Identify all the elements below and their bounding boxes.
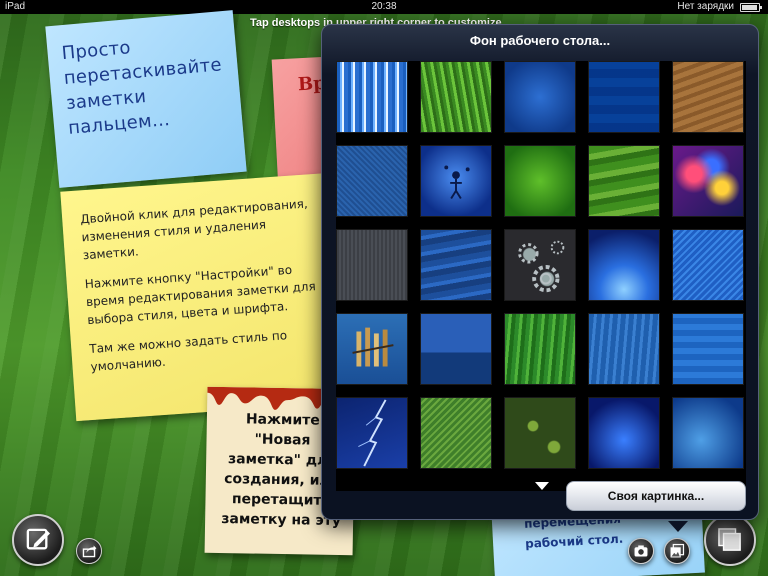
wallpaper-tile-ocean-horizon[interactable] [420, 313, 492, 385]
wallpaper-tile-blue-waves[interactable] [420, 229, 492, 301]
share-button[interactable] [76, 538, 102, 564]
wallpaper-tile-blue-pattern[interactable] [672, 313, 744, 385]
camera-button[interactable] [628, 538, 654, 564]
note-drag-hint[interactable]: Просто перетаскивайте заметки пальцем... [45, 10, 247, 188]
figure-icon [444, 165, 470, 200]
desktops-button[interactable] [704, 514, 756, 566]
wallpaper-tile-blue-abstract[interactable] [672, 397, 744, 469]
wallpaper-tile-pencils[interactable] [336, 313, 408, 385]
camera-icon [634, 545, 648, 557]
wallpaper-popover: Фон рабочего стола... Своя картинка... [321, 24, 759, 532]
wallpaper-tile-blue-burst[interactable] [588, 229, 660, 301]
wallpaper-tile-lightning[interactable] [336, 397, 408, 469]
wallpaper-tile-blue-figure[interactable] [420, 145, 492, 217]
pencils-icon [352, 327, 394, 367]
status-bar: iPad 20:38 Нет зарядки [0, 0, 768, 14]
wallpaper-tile-green-glow[interactable] [504, 145, 576, 217]
wallpaper-tile-green-waves[interactable] [588, 145, 660, 217]
battery-icon [740, 3, 762, 12]
wallpaper-grid [336, 61, 746, 491]
clock: 20:38 [371, 1, 397, 12]
photo-library-button[interactable] [664, 538, 690, 564]
wallpaper-tile-blue-streaks[interactable] [336, 61, 408, 133]
popover-title: Фон рабочего стола... [469, 33, 611, 48]
wallpaper-tile-gray-metal[interactable] [336, 229, 408, 301]
compose-icon [26, 528, 50, 550]
wallpaper-tile-gears[interactable] [504, 229, 576, 301]
wallpaper-tile-blue-dots[interactable] [336, 145, 408, 217]
photo-icon [670, 543, 685, 558]
wallpaper-tile-green-weave[interactable] [420, 397, 492, 469]
wallpaper-tile-rainbow-bokeh[interactable] [672, 145, 744, 217]
gears-icon [518, 240, 565, 293]
note-paragraph: Нажмите кнопку "Настройки" во время реда… [84, 262, 317, 328]
popover-arrow [668, 521, 688, 532]
wallpaper-tile-green-paisley[interactable] [504, 397, 576, 469]
wallpaper-tile-blue-texture[interactable] [504, 61, 576, 133]
note-text: Просто перетаскивайте заметки пальцем... [60, 37, 223, 139]
note-paragraph: Двойной клик для редактирования, изменен… [79, 196, 309, 263]
note-instructions[interactable]: Двойной клик для редактирования, изменен… [60, 172, 346, 422]
wallpaper-tile-wood-grain[interactable] [672, 61, 744, 133]
wallpaper-tile-blue-panes[interactable] [588, 313, 660, 385]
wallpaper-tile-green-blades[interactable] [504, 313, 576, 385]
lightning-icon [358, 399, 387, 467]
wallpaper-tile-blue-squares[interactable] [588, 61, 660, 133]
share-icon [82, 545, 97, 558]
note-paragraph: Там же можно задать стиль по умолчанию. [88, 328, 288, 374]
wallpaper-tile-blue-diagonal[interactable] [672, 229, 744, 301]
custom-picture-button[interactable]: Своя картинка... [566, 481, 746, 511]
new-note-button[interactable] [12, 514, 64, 566]
scroll-down-icon[interactable] [535, 482, 549, 490]
wallpaper-tile-blue-stars[interactable] [588, 397, 660, 469]
wallpaper-tile-green-grass[interactable] [420, 61, 492, 133]
battery-status: Нет зарядки [677, 1, 734, 12]
layers-icon [718, 528, 741, 551]
